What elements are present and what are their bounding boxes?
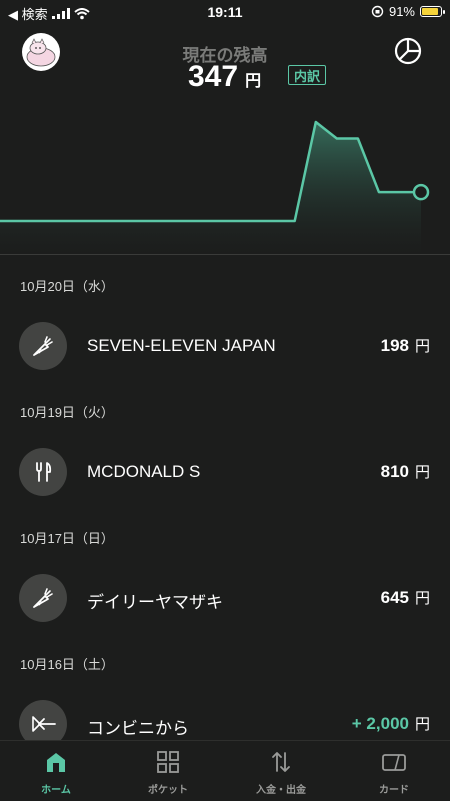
amount-value: 645 — [380, 588, 409, 607]
amount-unit: 円 — [414, 464, 430, 481]
balance-display: 347 円 — [188, 60, 261, 94]
home-icon — [47, 753, 65, 772]
carrot-icon — [19, 322, 67, 370]
battery-percent: 91% — [388, 4, 415, 19]
nav-label: ポケット — [148, 785, 188, 796]
nav-label: 入金・出金 — [256, 785, 306, 796]
amount-value: 198 — [380, 336, 409, 355]
orientation-lock-icon — [371, 5, 384, 18]
balance-area — [0, 122, 421, 254]
fork-knife-icon — [19, 448, 67, 496]
bottom-nav: ホーム ポケット 入金・出金 カード — [0, 740, 450, 801]
transaction-row[interactable]: デイリーヤマザキ 645 円 — [0, 574, 450, 638]
transfer-icon — [272, 752, 290, 772]
breakdown-button[interactable]: 内訳 — [288, 65, 326, 85]
transaction-amount: 645 円 — [381, 587, 430, 608]
battery-icon — [420, 6, 445, 17]
amount-unit: 円 — [414, 590, 430, 607]
nav-home[interactable]: ホーム — [0, 741, 112, 801]
balance-chart — [0, 120, 430, 254]
transaction-merchant: コンビニから — [87, 719, 189, 738]
date-header: 10月17日（日） — [20, 531, 114, 546]
balance-amount: 347 — [188, 60, 239, 93]
transaction-amount: + 2,000 円 — [352, 713, 430, 734]
date-header: 10月19日（火） — [20, 405, 114, 420]
chart-divider — [0, 254, 450, 255]
amount-value: 810 — [380, 462, 409, 481]
grid-icon — [157, 751, 179, 773]
nav-transfer[interactable]: 入金・出金 — [225, 741, 337, 801]
carrot-icon — [19, 574, 67, 622]
nav-label: カード — [379, 785, 409, 796]
amount-unit: 円 — [414, 338, 430, 355]
date-header: 10月16日（土） — [20, 657, 114, 672]
current-balance-marker[interactable] — [412, 183, 430, 201]
nav-card[interactable]: カード — [338, 741, 450, 801]
card-icon — [382, 754, 406, 771]
status-bar: ◀ 検索 19:11 91% — [0, 0, 450, 26]
transaction-row[interactable]: SEVEN-ELEVEN JAPAN 198 円 — [0, 322, 450, 386]
transaction-merchant: デイリーヤマザキ — [87, 593, 223, 612]
transaction-merchant: SEVEN-ELEVEN JAPAN — [87, 336, 276, 355]
date-header: 10月20日（水） — [20, 279, 114, 294]
nav-label: ホーム — [41, 785, 71, 796]
balance-unit: 円 — [245, 73, 262, 90]
transaction-merchant: MCDONALD S — [87, 462, 201, 481]
amount-value: + 2,000 — [351, 714, 409, 733]
transaction-amount: 810 円 — [381, 461, 430, 482]
nav-pocket[interactable]: ポケット — [112, 741, 224, 801]
amount-unit: 円 — [414, 716, 430, 733]
transaction-amount: 198 円 — [381, 335, 430, 356]
transaction-row[interactable]: MCDONALD S 810 円 — [0, 448, 450, 512]
pie-chart-icon[interactable] — [394, 37, 422, 65]
